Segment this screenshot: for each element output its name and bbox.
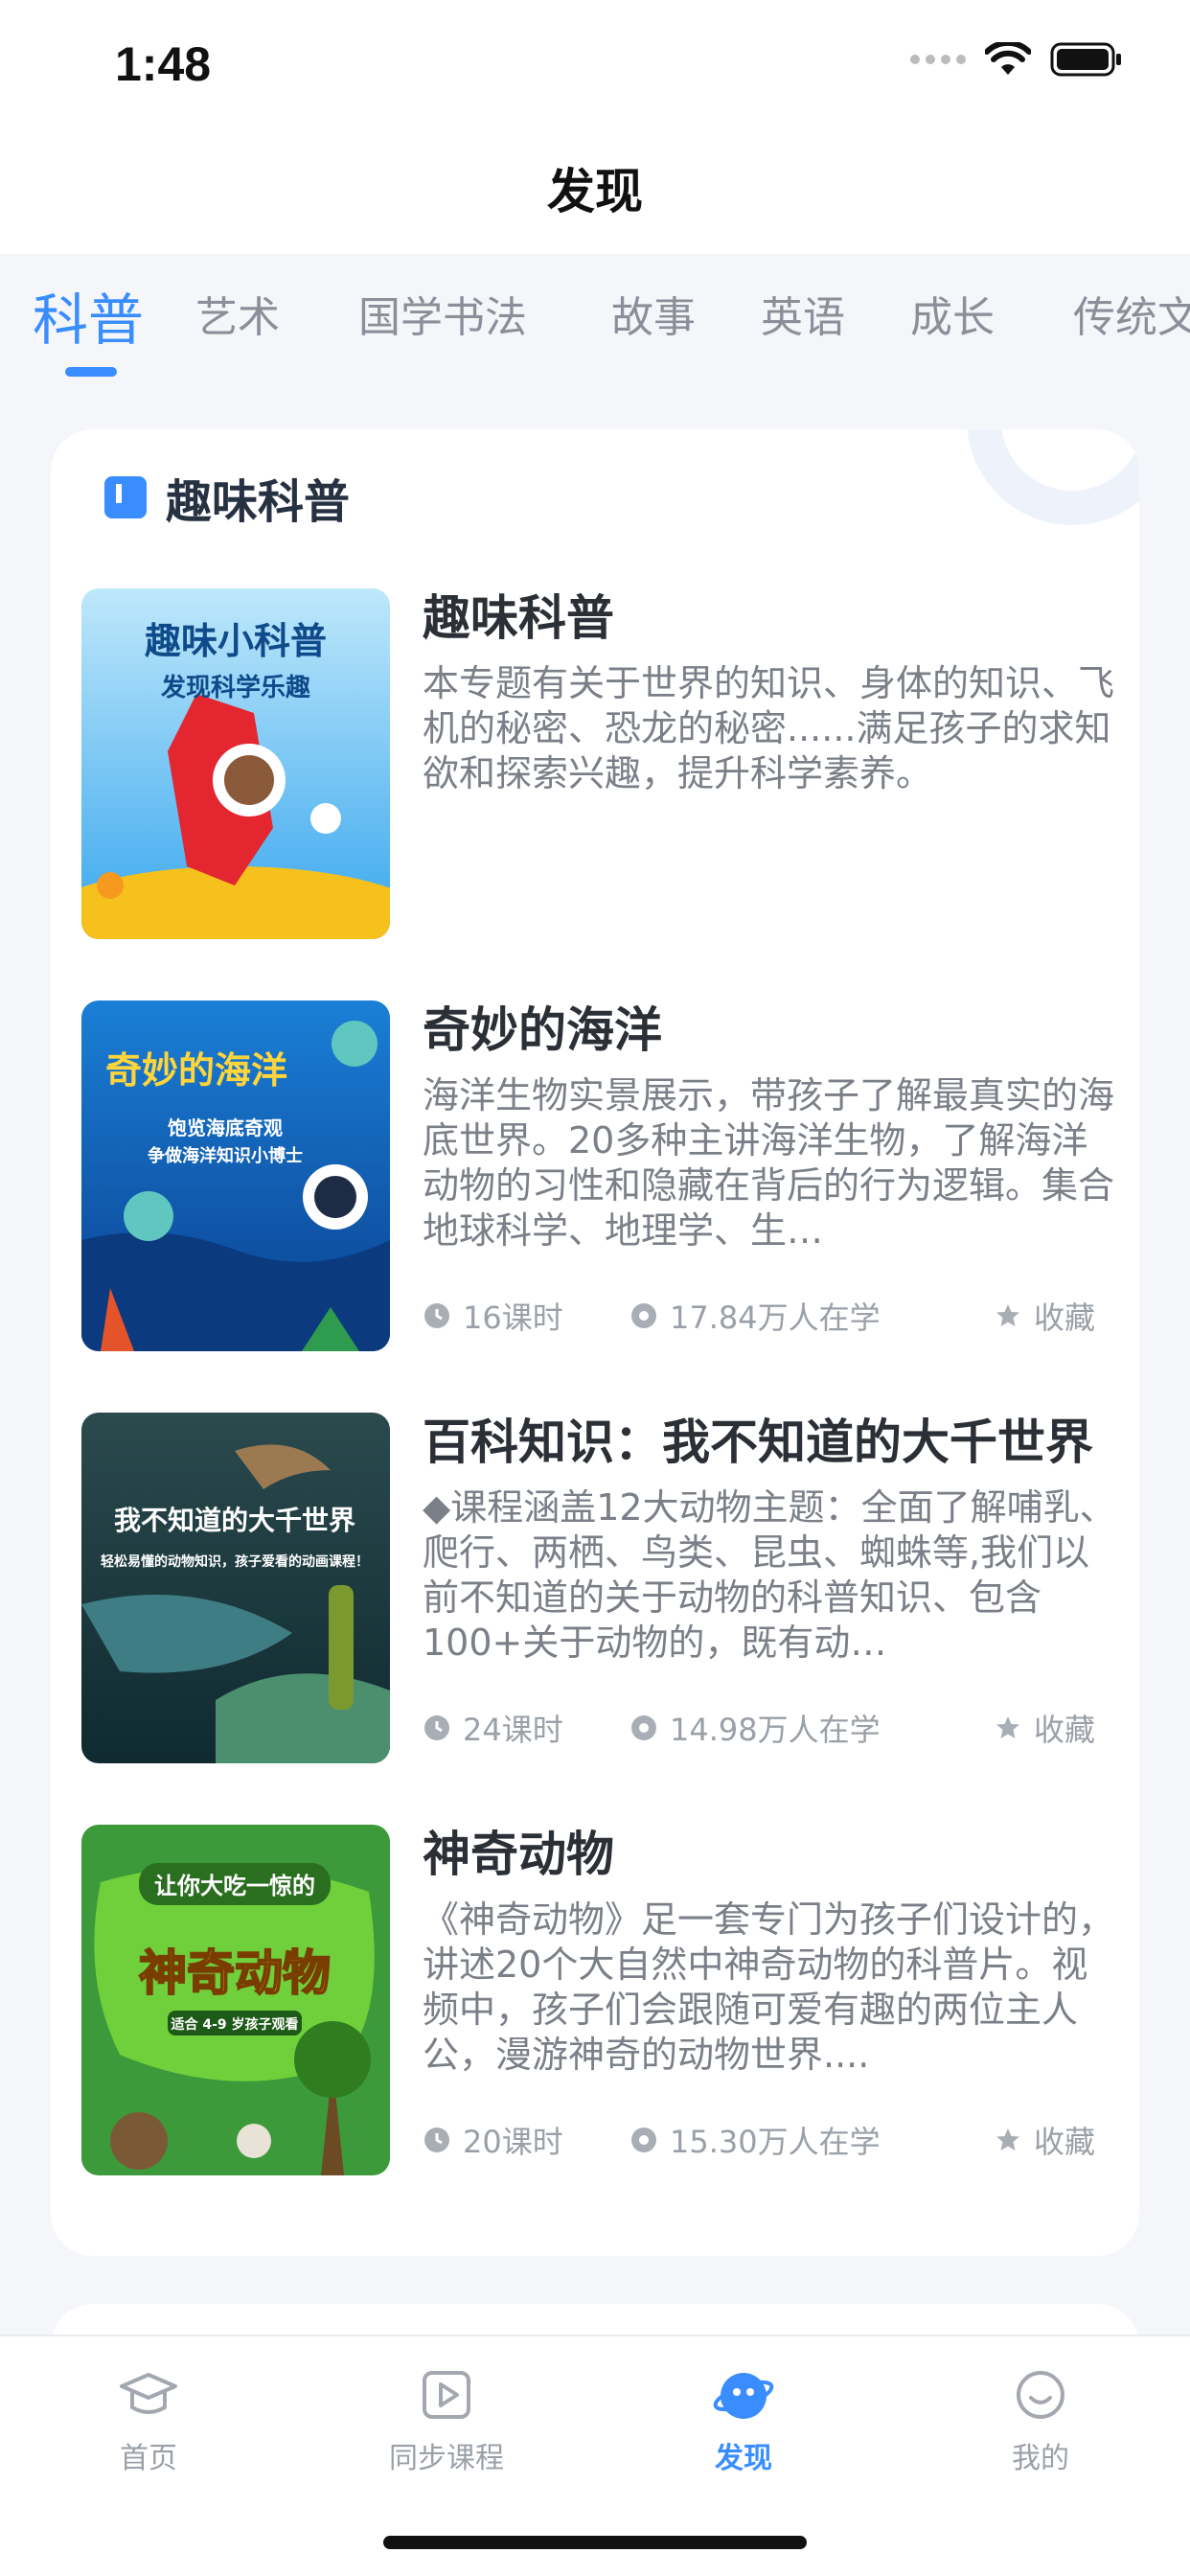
star-icon: [995, 1304, 1019, 1326]
course-item[interactable]: 趣味小科普 发现科学乐趣 趣味科普 本专题有关于世界的知识、身体的知识、飞机的秘…: [81, 588, 1116, 953]
cover-subtitle-text: 争做海洋知识小博士: [148, 1145, 303, 1166]
clock-icon: [424, 2128, 449, 2152]
signal-icon: [910, 55, 966, 64]
tab-story[interactable]: 故事: [611, 283, 696, 344]
clock-icon: [424, 1715, 449, 1740]
tab-indicator: [65, 367, 117, 377]
clock-icon: [424, 1303, 449, 1328]
course-info: 奇妙的海洋 海洋生物实景展示，带孩子了解最真实的海底世界。20多种主讲海洋生物，…: [423, 1000, 1116, 1336]
section-card: 趣味科普 趣味小科普 发现科学乐趣 趣味科普 本专题有关于世界的知识、身体的知识…: [51, 429, 1139, 2256]
tab-chinese-calligraphy[interactable]: 国学书法: [358, 283, 527, 344]
lesson-count-text: 20课时: [463, 2124, 563, 2160]
smile-icon: [1017, 2371, 1064, 2419]
tab-science[interactable]: 科普: [33, 275, 144, 356]
tab-english[interactable]: 英语: [761, 283, 845, 344]
tabbar-mine-label: 我的: [1012, 2442, 1069, 2475]
course-item[interactable]: 我不知道的大千世界 轻松易懂的动物知识，孩子爱看的动画课程！ 百科知识：我不知道…: [81, 1413, 1116, 1777]
tabbar-discover-label: 发现: [715, 2442, 772, 2475]
learner-count: 14.98万人在学: [629, 1706, 881, 1750]
tabbar-sync-course[interactable]: 同步课程: [351, 2363, 542, 2476]
course-description: 海洋生物实景展示，带孩子了解最真实的海底世界。20多种主讲海洋生物，了解海洋动物…: [423, 1074, 1115, 1252]
course-item[interactable]: 让你大吃一惊的 神奇动物 适合 4-9 岁孩子观看 神奇动物 《神奇动物》足一套…: [81, 1825, 1116, 2189]
category-tabs: 科普 艺术 国学书法 故事 英语 成长 传统文: [0, 254, 1190, 388]
favorite-label: 收藏: [1033, 1712, 1095, 1748]
tabbar-home-label: 首页: [120, 2442, 177, 2475]
cover-subtitle-text: 神奇动物: [139, 1945, 331, 2001]
bookmark-icon: [104, 476, 147, 518]
planet-icon: [713, 2373, 774, 2419]
course-cover: 我不知道的大千世界 轻松易懂的动物知识，孩子爱看的动画课程！: [81, 1413, 390, 1763]
cover-subtitle-text: 饱览海底奇观: [168, 1116, 283, 1139]
lesson-count: 16课时: [423, 1294, 629, 1338]
favorite-label: 收藏: [1033, 1300, 1095, 1336]
status-bar: 1:48: [0, 0, 1190, 134]
course-info: 神奇动物 《神奇动物》足一套专门为孩子们设计的，讲述20个大自然中神奇动物的科普…: [423, 1825, 1116, 2160]
eye-icon: [631, 1303, 656, 1328]
cover-subtitle-text: 发现科学乐趣: [160, 673, 310, 702]
home-indicator: [383, 2536, 807, 2549]
tabbar-mine[interactable]: 我的: [945, 2363, 1136, 2476]
course-description: ◆课程涵盖12大动物主题：全面了解哺乳、爬行、两栖、鸟类、昆虫、蜘蛛等,我们以前…: [423, 1486, 1116, 1664]
battery-icon: [1050, 42, 1121, 77]
graduation-cap-icon: [120, 2373, 177, 2414]
lesson-count-text: 24课时: [463, 1712, 563, 1748]
course-description: 《神奇动物》足一套专门为孩子们设计的，讲述20个大自然中神奇动物的科普片。视频中…: [423, 1898, 1115, 2076]
course-cover: 趣味小科普 发现科学乐趣: [81, 588, 390, 939]
star-icon: [995, 1716, 1019, 1738]
cover-title-text: 趣味小科普: [145, 620, 327, 662]
cover-title-text: 我不知道的大千世界: [114, 1505, 355, 1536]
section-header: 趣味科普: [104, 464, 350, 531]
learner-count-text: 14.98万人在学: [670, 1712, 881, 1748]
favorite-button[interactable]: 收藏: [994, 1706, 1095, 1750]
eye-icon: [631, 2128, 656, 2152]
status-icons: [910, 42, 1123, 77]
course-title: 百科知识：我不知道的大千世界: [423, 1414, 1093, 1470]
nav-header: 发现: [0, 134, 1190, 254]
favorite-button[interactable]: 收藏: [994, 1294, 1095, 1338]
course-meta: 16课时 17.84万人在学 收藏: [423, 1292, 1116, 1340]
course-title: 神奇动物: [423, 1827, 614, 1882]
course-cover: 奇妙的海洋 饱览海底奇观 争做海洋知识小博士: [81, 1000, 390, 1351]
course-title: 趣味科普: [423, 590, 614, 646]
cover-title-text: 奇妙的海洋: [105, 1049, 287, 1092]
course-item[interactable]: 奇妙的海洋 饱览海底奇观 争做海洋知识小博士 奇妙的海洋 海洋生物实景展示，带孩…: [81, 1000, 1116, 1365]
learner-count: 15.30万人在学: [629, 2118, 881, 2162]
card-decoration: [967, 429, 1139, 525]
lesson-count: 24课时: [423, 1706, 629, 1750]
course-meta: 20课时 15.30万人在学 收藏: [423, 2116, 1116, 2164]
play-icon: [423, 2371, 470, 2419]
cover-subtitle-text: 适合 4-9 岁孩子观看: [171, 2016, 298, 2033]
wifi-icon: [985, 42, 1031, 75]
cover-subtitle-text: 轻松易懂的动物知识，孩子爱看的动画课程！: [101, 1553, 369, 1570]
favorite-button[interactable]: 收藏: [994, 2118, 1095, 2162]
lesson-count-text: 16课时: [463, 1300, 563, 1336]
tab-growth[interactable]: 成长: [910, 283, 995, 344]
eye-icon: [631, 1715, 656, 1740]
lesson-count: 20课时: [423, 2118, 629, 2162]
learner-count-text: 17.84万人在学: [670, 1300, 881, 1336]
course-meta: 24课时 14.98万人在学 收藏: [423, 1704, 1116, 1752]
cover-title-text: 让你大吃一惊的: [154, 1873, 315, 1899]
tabbar-home[interactable]: 首页: [53, 2363, 244, 2476]
learner-count: 17.84万人在学: [629, 1294, 881, 1338]
favorite-label: 收藏: [1033, 2124, 1095, 2160]
course-description: 本专题有关于世界的知识、身体的知识、飞机的秘密、恐龙的秘密......满足孩子的…: [423, 662, 1115, 794]
tab-traditional[interactable]: 传统文: [1073, 283, 1190, 344]
status-time: 1:48: [115, 37, 212, 91]
star-icon: [995, 2128, 1019, 2150]
page-title: 发现: [547, 164, 643, 219]
tabbar-discover[interactable]: 发现: [648, 2363, 839, 2476]
section-title: 趣味科普: [166, 475, 351, 529]
course-title: 奇妙的海洋: [423, 1002, 662, 1058]
course-info: 趣味科普 本专题有关于世界的知识、身体的知识、飞机的秘密、恐龙的秘密......…: [423, 588, 1116, 841]
course-info: 百科知识：我不知道的大千世界 ◆课程涵盖12大动物主题：全面了解哺乳、爬行、两栖…: [423, 1413, 1116, 1748]
tabbar-sync-course-label: 同步课程: [389, 2442, 504, 2475]
tab-art[interactable]: 艺术: [195, 283, 280, 344]
course-cover: 让你大吃一惊的 神奇动物 适合 4-9 岁孩子观看: [81, 1825, 390, 2175]
learner-count-text: 15.30万人在学: [670, 2124, 881, 2160]
